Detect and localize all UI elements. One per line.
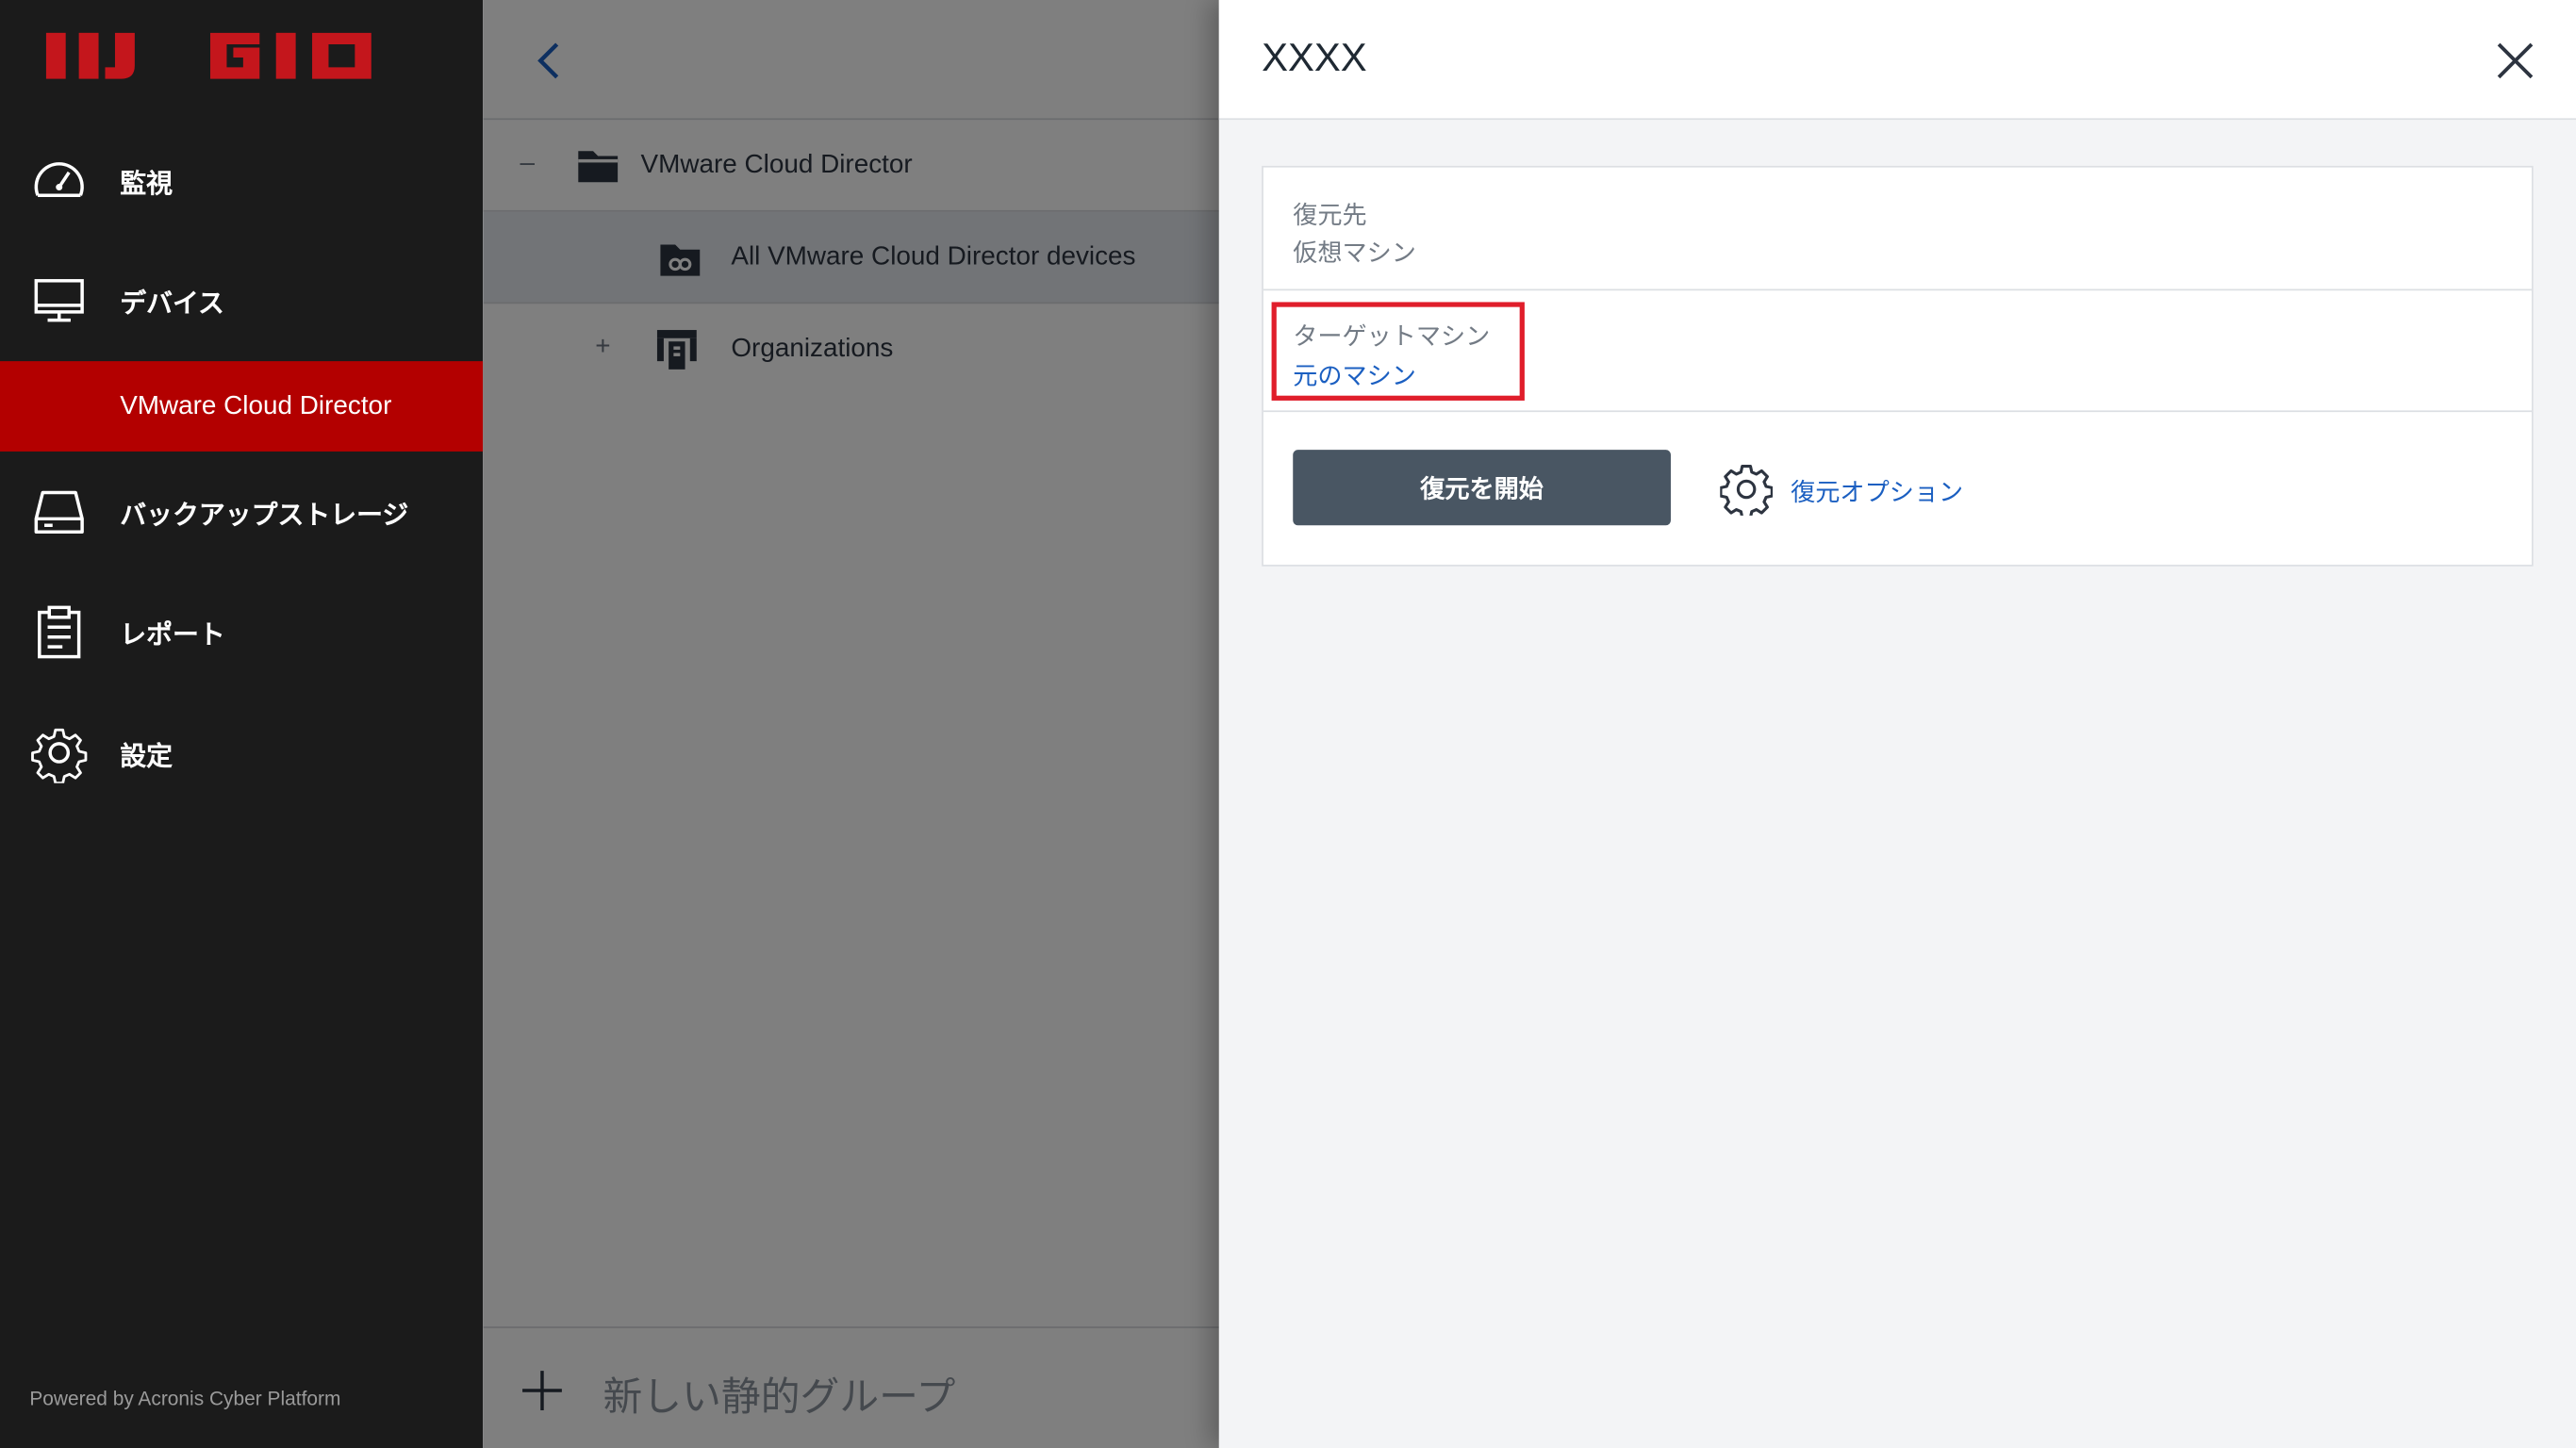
folder-icon [578,151,619,183]
tree-row-vmware-cloud-director[interactable]: – VMware Cloud Director [483,120,1219,212]
restore-to-row[interactable]: 復元先 仮想マシン [1263,168,2532,291]
sidebar-item-vmware-cloud-director[interactable]: VMware Cloud Director [0,361,484,452]
device-tree-panel: – VMware Cloud Director All VMware Cloud… [483,0,1219,1448]
collapse-toggle[interactable]: – [516,150,538,176]
tree-row-organizations[interactable]: + Organizations [483,304,1219,394]
tree-label: VMware Cloud Director [640,150,913,178]
sidebar: 監視 デバイス VMware Cloud Director バックアップストレー… [0,0,484,1448]
recovery-options-label: 復元オプション [1791,479,1964,508]
sidebar-item-label: 設定 [120,743,173,772]
back-arrow-icon[interactable] [533,40,566,82]
tree-label: Organizations [731,334,894,363]
gear-icon [31,728,88,783]
sidebar-item-devices[interactable]: デバイス [0,248,483,353]
sidebar-item-reports[interactable]: レポート [0,580,483,684]
new-static-group-button[interactable]: 新しい静的グループ [483,1326,1219,1448]
brand-logo [45,32,372,79]
close-icon[interactable] [2494,40,2536,82]
tree-row-all-devices[interactable]: All VMware Cloud Director devices [483,211,1219,304]
report-icon [38,605,81,659]
sidebar-item-label: バックアップストレージ [120,502,409,531]
sidebar-item-label: 監視 [120,171,173,199]
drawer-title: XXXX [1262,36,1367,81]
gear-icon [1720,465,1773,516]
restore-to-value: 仮想マシン [1293,239,1416,268]
panel-header [483,0,1219,121]
sidebar-item-settings[interactable]: 設定 [0,701,483,806]
sidebar-item-label: レポート [120,622,225,650]
drawer-header: XXXX [1218,0,2576,121]
new-static-group-label: 新しい静的グループ [603,1375,956,1421]
sidebar-item-label: デバイス [120,290,224,319]
powered-by-text: Powered by Acronis Cyber Platform [29,1387,341,1410]
storage-icon [34,490,84,534]
recovery-drawer: XXXX 復元先 仮想マシン ターゲットマシン 元のマシン 復元を開始 復元オプ… [1218,0,2576,1448]
recovery-settings-card: 復元先 仮想マシン ターゲットマシン 元のマシン 復元を開始 復元オプション [1262,165,2534,567]
dashboard-icon [34,162,84,197]
monitor-icon [34,279,84,322]
sidebar-item-backup-storage[interactable]: バックアップストレージ [0,460,483,565]
plus-icon [522,1371,562,1410]
start-recovery-button[interactable]: 復元を開始 [1293,450,1671,526]
sidebar-item-label: VMware Cloud Director [120,391,392,420]
app-stage: 監視 デバイス VMware Cloud Director バックアップストレー… [0,0,2576,1448]
dynamic-folder-icon [660,244,701,276]
highlight-box [1271,302,1525,401]
expand-toggle[interactable]: + [591,334,614,360]
tree-label: All VMware Cloud Director devices [731,241,1136,271]
sidebar-item-monitoring[interactable]: 監視 [0,128,483,233]
organizations-icon [656,330,697,370]
restore-to-label: 復元先 [1293,202,1367,230]
